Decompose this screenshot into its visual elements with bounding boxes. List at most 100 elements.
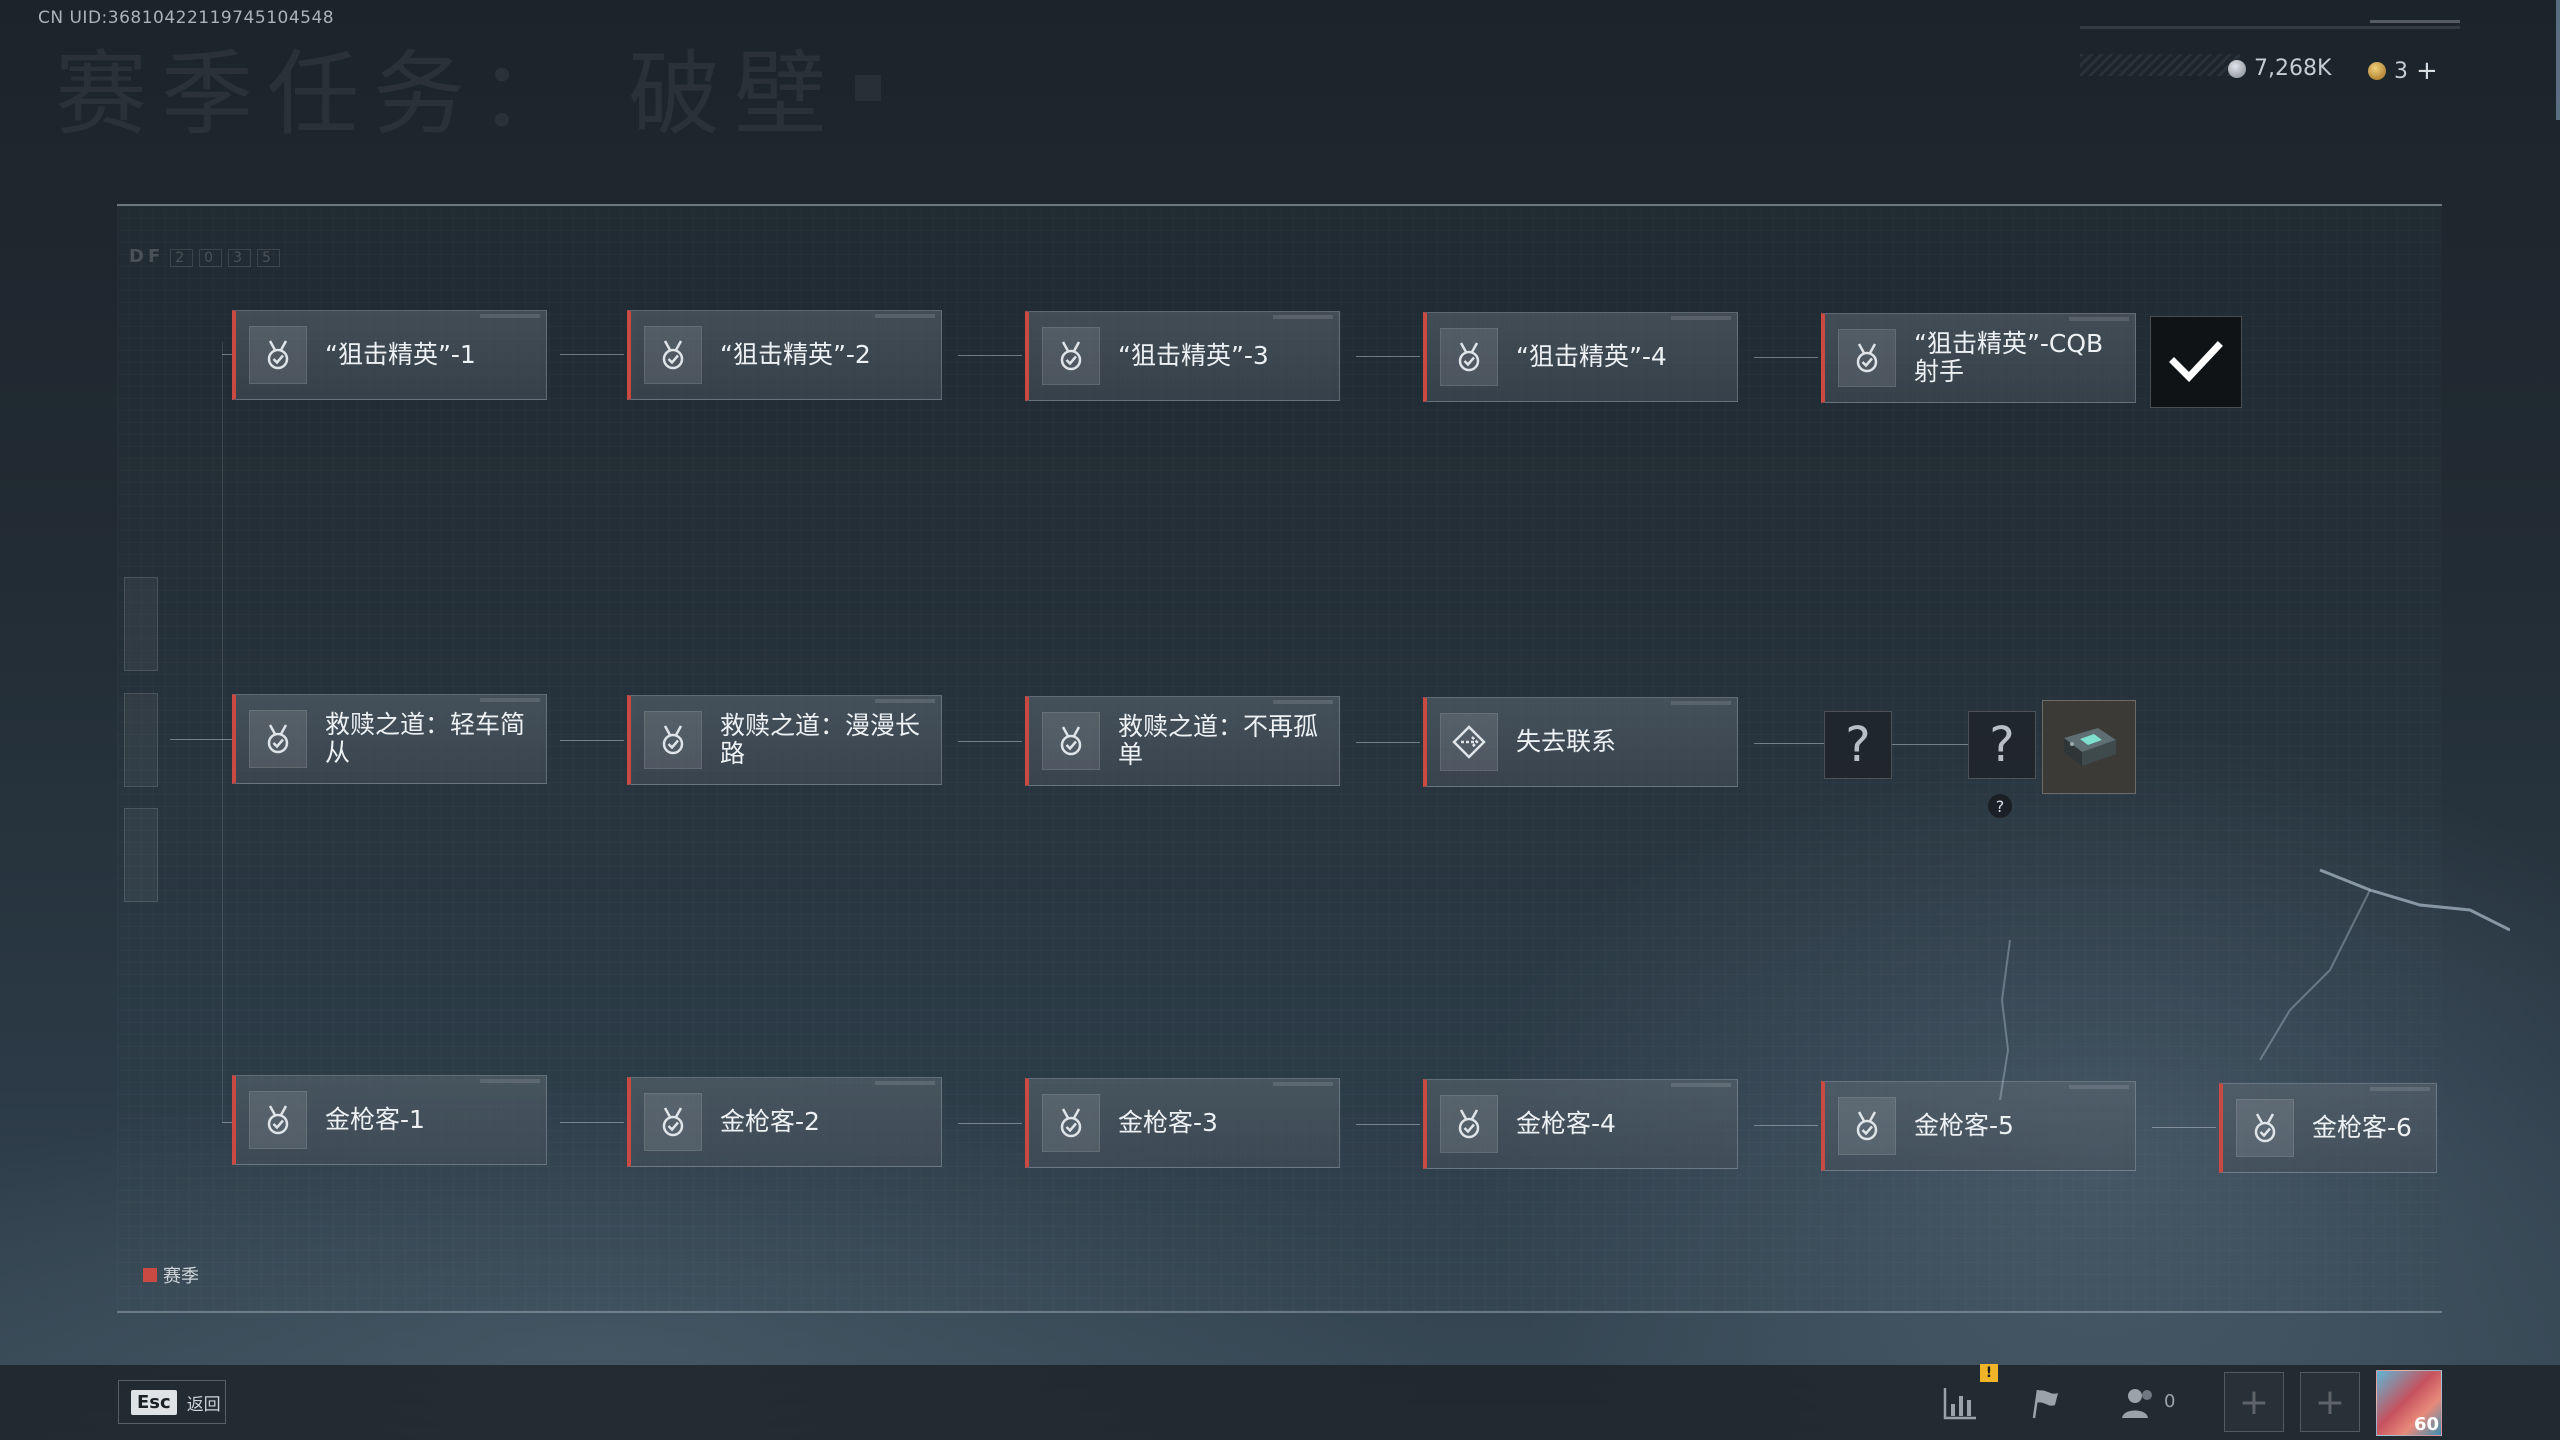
currency-silver-value: 7,268K [2254, 56, 2332, 81]
reward-item[interactable] [2042, 700, 2136, 794]
task-card-sniper-2[interactable]: “狙击精英”-2 [627, 310, 942, 400]
medal-check-icon [249, 710, 307, 768]
locked-task-1[interactable]: ? [1824, 711, 1892, 779]
task-label: 金枪客-6 [2312, 1113, 2412, 1142]
legend-swatch [143, 1268, 157, 1282]
bottom-bar [0, 1365, 2560, 1440]
friends-icon [2122, 1389, 2152, 1418]
decor-square [855, 75, 881, 101]
silver-coin-icon [2228, 59, 2246, 78]
medal-check-icon [249, 326, 307, 384]
task-label: 金枪客-2 [720, 1107, 820, 1136]
decor-hatch [2080, 54, 2240, 76]
reward-claimed[interactable] [2150, 316, 2242, 408]
bar-chart-icon [1943, 1388, 1976, 1420]
medal-check-icon [1838, 1097, 1896, 1155]
connector [170, 739, 232, 740]
medal-check-icon [1838, 329, 1896, 387]
add-teammate-button-2[interactable]: + [2300, 1372, 2360, 1432]
currency-gold-value: 3 [2394, 58, 2408, 84]
task-label: 救赎之道：不再孤单 [1118, 712, 1319, 769]
esc-key: Esc [131, 1389, 177, 1415]
back-label: 返回 [186, 1394, 221, 1415]
side-tab-1[interactable] [124, 577, 158, 671]
connector [958, 741, 1022, 742]
scroll-indicator [2556, 0, 2560, 120]
task-label: “狙击精英”-CQB射手 [1914, 329, 2104, 386]
medal-check-icon [644, 711, 702, 769]
friends-button[interactable] [2116, 1380, 2162, 1426]
medal-check-icon [2236, 1099, 2294, 1157]
task-card-goldgun-3[interactable]: 金枪客-3 [1025, 1078, 1340, 1168]
task-label: “狙击精英”-1 [325, 340, 476, 369]
medal-check-icon [1042, 1094, 1100, 1152]
flag-icon [2032, 1389, 2058, 1419]
task-label: 金枪客-5 [1914, 1111, 2014, 1140]
medal-check-icon [1440, 1095, 1498, 1153]
connector [1356, 742, 1420, 743]
connector [1754, 1125, 1818, 1126]
task-card-sniper-4[interactable]: “狙击精英”-4 [1423, 312, 1738, 402]
task-label: “狙击精英”-2 [720, 340, 871, 369]
medal-check-icon [249, 1091, 307, 1149]
connector [1754, 743, 1824, 744]
connector [1356, 356, 1420, 357]
tree-spine [222, 342, 223, 1122]
add-currency-button[interactable]: + [2416, 56, 2438, 86]
friends-count: 0 [2164, 1391, 2176, 1412]
task-card-goldgun-1[interactable]: 金枪客-1 [232, 1075, 547, 1165]
locked-task-2[interactable]: ? [1968, 711, 2036, 779]
task-card-sniper-3[interactable]: “狙击精英”-3 [1025, 311, 1340, 401]
connector [2152, 1127, 2216, 1128]
task-label: 救赎之道：漫漫长路 [720, 711, 921, 768]
task-card-sniper-cqb[interactable]: “狙击精英”-CQB射手 [1821, 313, 2136, 403]
task-card-goldgun-4[interactable]: 金枪客-4 [1423, 1079, 1738, 1169]
task-card-redemption-1[interactable]: 救赎之道：轻车简从 [232, 694, 547, 784]
currency-gold: 3 + [2368, 56, 2438, 86]
task-card-sniper-1[interactable]: “狙击精英”-1 [232, 310, 547, 400]
task-label: 金枪客-4 [1516, 1109, 1616, 1138]
alert-badge: ! [1980, 1364, 1998, 1382]
medal-check-icon [1042, 712, 1100, 770]
gold-coin-icon [2368, 62, 2386, 80]
flag-button[interactable] [2022, 1380, 2068, 1426]
player-level: 60 [2413, 1414, 2439, 1435]
lightning-decor [1999, 868, 2510, 1100]
task-card-redemption-2[interactable]: 救赎之道：漫漫长路 [627, 695, 942, 785]
connector [1356, 1124, 1420, 1125]
connector [560, 1122, 624, 1123]
medal-check-icon [1440, 328, 1498, 386]
back-button[interactable]: Esc 返回 [118, 1380, 226, 1424]
background-title: 赛季任务： 破壁 [55, 41, 841, 148]
device-icon [2064, 728, 2116, 766]
info-hint-button[interactable]: ? [1988, 794, 2012, 818]
task-card-goldgun-2[interactable]: 金枪客-2 [627, 1077, 942, 1167]
add-teammate-button-1[interactable]: + [2224, 1372, 2284, 1432]
task-label: “狙击精英”-3 [1118, 341, 1269, 370]
decor-line [2080, 26, 2460, 29]
connector [560, 740, 624, 741]
diamond-route-icon [1440, 713, 1498, 771]
side-tab-2[interactable] [124, 693, 158, 787]
side-tab-3[interactable] [124, 808, 158, 902]
medal-check-icon [644, 326, 702, 384]
task-card-lost-contact[interactable]: 失去联系 [1423, 697, 1738, 787]
legend-label: 赛季 [163, 1266, 199, 1287]
connector [958, 1123, 1022, 1124]
decor-line-accent [2370, 20, 2460, 23]
panel-tag: DF 2 0 3 5 [129, 246, 280, 267]
task-label: “狙击精英”-4 [1516, 342, 1667, 371]
task-label: 失去联系 [1516, 727, 1617, 756]
checkmark-icon [2169, 341, 2223, 383]
legend: 赛季 [143, 1262, 199, 1288]
task-card-redemption-3[interactable]: 救赎之道：不再孤单 [1025, 696, 1340, 786]
stats-button[interactable] [1937, 1380, 1983, 1426]
currency-silver: 7,268K [2228, 56, 2331, 81]
medal-check-icon [1042, 327, 1100, 385]
medal-check-icon [644, 1093, 702, 1151]
player-avatar[interactable]: 60 [2376, 1370, 2442, 1436]
task-label: 救赎之道：轻车简从 [325, 710, 526, 767]
connector [1754, 357, 1818, 358]
connector [1892, 744, 1968, 745]
connector [958, 355, 1022, 356]
